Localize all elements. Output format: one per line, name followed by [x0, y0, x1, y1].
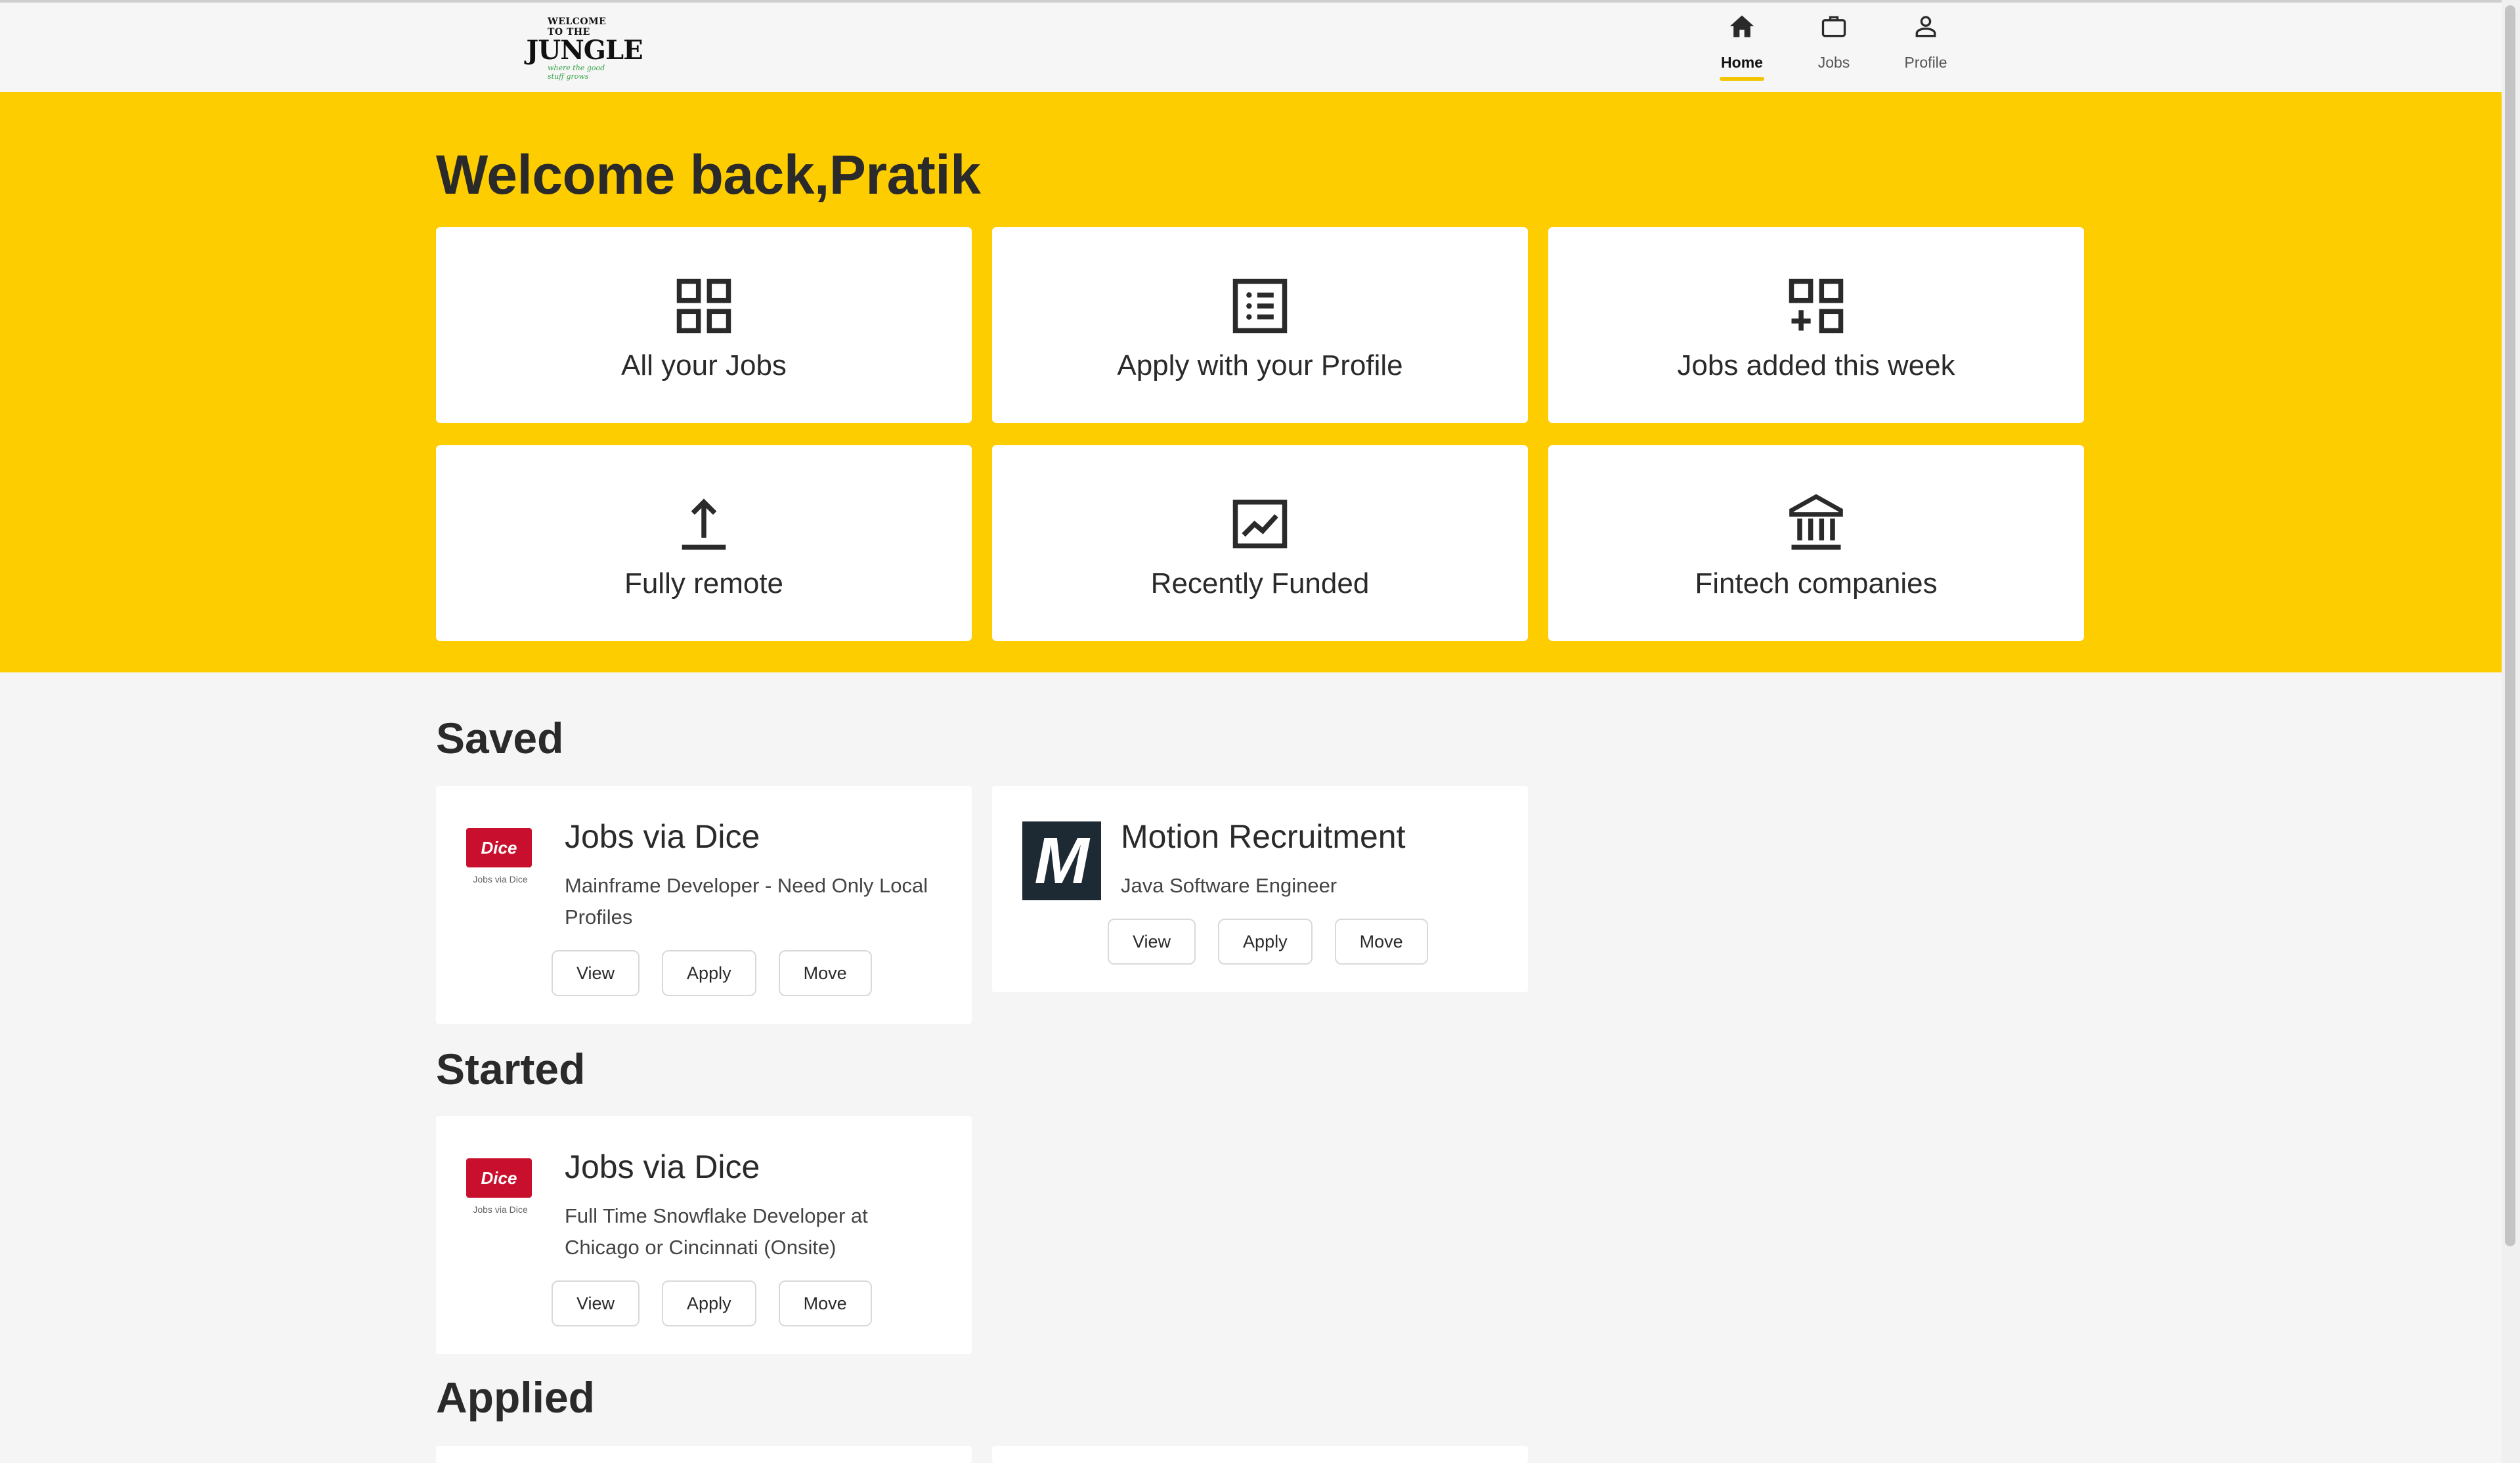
dice-logo: Dice Jobs via Dice — [466, 821, 545, 900]
list-icon — [1232, 278, 1288, 334]
tile-label: Recently Funded — [1150, 567, 1370, 600]
grid-plus-icon — [1789, 278, 1844, 334]
applied-job-card — [436, 1446, 972, 1463]
view-button[interactable]: View — [552, 1280, 640, 1326]
briefcase-icon — [1821, 16, 1846, 37]
home-icon — [1729, 15, 1754, 37]
motion-recruitment-logo: M — [1022, 821, 1101, 900]
tile-apply-with-profile[interactable]: Apply with your Profile — [992, 227, 1528, 423]
tile-fintech-companies[interactable]: Fintech companies — [1548, 445, 2084, 641]
tile-fully-remote[interactable]: Fully remote — [436, 445, 972, 641]
saved-job-card: Dice Jobs via Dice Jobs via Dice Mainfra… — [436, 786, 972, 1024]
card-actions: View Apply Move — [1108, 919, 1428, 965]
welcome-to-the-jungle-logo[interactable]: WELCOME TO THE JUNGLE where the good stu… — [526, 12, 643, 85]
nav-jobs-label: Jobs — [1817, 54, 1850, 71]
move-button[interactable]: Move — [778, 1280, 872, 1326]
applied-heading: Applied — [436, 1373, 595, 1422]
tile-label: All your Jobs — [621, 349, 787, 382]
dice-logo: Dice Jobs via Dice — [466, 1152, 545, 1231]
view-button[interactable]: View — [552, 950, 640, 996]
dice-logo-subtext: Jobs via Dice — [473, 874, 528, 884]
person-icon — [1915, 16, 1936, 37]
dice-logo-text: Dice — [481, 1168, 517, 1188]
active-indicator — [1720, 77, 1764, 81]
nav-home-label: Home — [1721, 54, 1763, 71]
chart-line-icon — [1232, 499, 1288, 549]
scrollbar-thumb[interactable] — [2505, 5, 2515, 1246]
saved-heading: Saved — [436, 714, 564, 762]
tile-label: Apply with your Profile — [1117, 349, 1403, 382]
started-job-card: Dice Jobs via Dice Jobs via Dice Full Ti… — [436, 1116, 972, 1354]
job-title: Java Software Engineer — [1121, 874, 1337, 897]
tile-label: Fully remote — [624, 567, 784, 600]
job-title: Full Time Snowflake Developer at Chicago… — [565, 1204, 868, 1259]
logo-line-2: JUNGLE — [526, 35, 643, 66]
company-name: Jobs via Dice — [565, 1148, 760, 1185]
card-actions: View Apply Move — [552, 1280, 872, 1326]
welcome-heading: Welcome back,Pratik — [436, 144, 981, 206]
started-heading: Started — [436, 1045, 586, 1093]
grid-icon — [676, 278, 731, 334]
move-button[interactable]: Move — [1334, 919, 1428, 965]
applied-job-card — [992, 1446, 1528, 1463]
bank-icon — [1789, 494, 1843, 550]
apply-button[interactable]: Apply — [1218, 919, 1313, 965]
card-actions: View Apply Move — [552, 950, 872, 996]
move-button[interactable]: Move — [778, 950, 872, 996]
view-button[interactable]: View — [1108, 919, 1196, 965]
nav-profile-label: Profile — [1904, 54, 1947, 71]
dice-logo-subtext: Jobs via Dice — [473, 1204, 528, 1215]
apply-button[interactable]: Apply — [662, 1280, 756, 1326]
nav-profile[interactable]: Profile — [1886, 12, 1965, 72]
company-name: Motion Recruitment — [1121, 818, 1406, 855]
logo-line-3: where the good stuff grows — [548, 64, 605, 81]
page: WELCOME TO THE JUNGLE where the good stu… — [0, 0, 2502, 1463]
upload-icon — [682, 498, 726, 550]
nav-jobs[interactable]: Jobs — [1794, 12, 1873, 72]
hero-banner: Welcome back,Pratik All your Jobs Apply … — [0, 92, 2502, 672]
dice-logo-text: Dice — [481, 837, 517, 858]
tile-label: Fintech companies — [1695, 567, 1938, 600]
tile-all-jobs[interactable]: All your Jobs — [436, 227, 972, 423]
tile-recently-funded[interactable]: Recently Funded — [992, 445, 1528, 641]
motion-logo-letter: M — [1034, 824, 1089, 898]
job-title: Mainframe Developer - Need Only Local Pr… — [565, 874, 928, 928]
nav-home[interactable]: Home — [1703, 12, 1781, 81]
company-name: Jobs via Dice — [565, 818, 760, 855]
tile-jobs-added-this-week[interactable]: Jobs added this week — [1548, 227, 2084, 423]
top-header: WELCOME TO THE JUNGLE where the good stu… — [0, 3, 2502, 92]
apply-button[interactable]: Apply — [662, 950, 756, 996]
saved-job-card: M Motion Recruitment Java Software Engin… — [992, 786, 1528, 992]
tile-label: Jobs added this week — [1677, 349, 1955, 382]
